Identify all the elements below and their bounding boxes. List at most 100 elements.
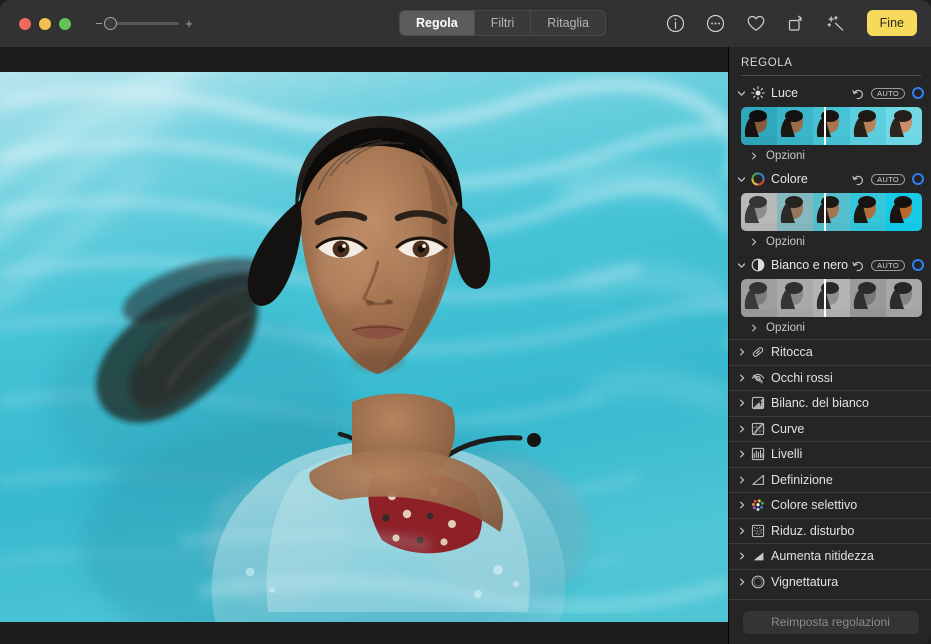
info-icon[interactable] xyxy=(665,12,687,34)
filmstrip-thumb[interactable] xyxy=(886,193,922,231)
adjustment-row-curve[interactable]: Curve xyxy=(729,416,931,442)
chevron-right-icon[interactable] xyxy=(736,398,747,409)
filmstrip-thumb[interactable] xyxy=(886,279,922,317)
tab-regola[interactable]: Regola xyxy=(400,11,475,35)
filmstrip-thumb[interactable] xyxy=(813,193,849,231)
black-and-white-icon xyxy=(750,257,766,273)
panel-title: REGOLA xyxy=(729,47,931,69)
filmstrip-position-marker[interactable] xyxy=(824,107,826,145)
adjustment-row-bilanc-del-bianco[interactable]: Bilanc. del bianco xyxy=(729,390,931,416)
adjustment-row-riduz-disturbo[interactable]: Riduz. disturbo xyxy=(729,518,931,544)
chevron-right-icon[interactable] xyxy=(736,551,747,562)
chevron-right-icon[interactable] xyxy=(736,347,747,358)
section-header-colore[interactable]: Colore AUTO xyxy=(729,167,931,191)
chevron-right-icon[interactable] xyxy=(736,449,747,460)
adjustment-label-riduz-disturbo: Riduz. disturbo xyxy=(771,524,854,538)
filmstrip-thumb[interactable] xyxy=(741,107,777,145)
chevron-down-icon[interactable] xyxy=(736,260,747,271)
rotate-icon[interactable] xyxy=(785,12,807,34)
adjustment-label-curve: Curve xyxy=(771,422,804,436)
filmstrip-thumb[interactable] xyxy=(850,279,886,317)
edit-mode-segmented-control[interactable]: Regola Filtri Ritaglia xyxy=(399,10,606,36)
filmstrip-thumb[interactable] xyxy=(777,279,813,317)
adjustment-row-aumenta-nitidezza[interactable]: Aumenta nitidezza xyxy=(729,543,931,569)
filmstrip-thumb[interactable] xyxy=(813,279,849,317)
favorite-heart-icon[interactable] xyxy=(745,12,767,34)
filmstrip-thumb[interactable] xyxy=(850,107,886,145)
adjustment-row-colore-selettivo[interactable]: Colore selettivo xyxy=(729,492,931,518)
more-options-icon[interactable] xyxy=(705,12,727,34)
tab-ritaglia[interactable]: Ritaglia xyxy=(531,11,605,35)
enable-toggle-luce[interactable] xyxy=(912,87,924,99)
section-controls-luce: AUTO xyxy=(852,87,924,99)
adjustment-row-occhi-rossi[interactable]: Occhi rossi xyxy=(729,365,931,391)
reset-arrow-icon[interactable] xyxy=(852,173,864,185)
filmstrip-thumb[interactable] xyxy=(886,107,922,145)
zoom-slider-track[interactable] xyxy=(109,22,179,25)
chevron-right-icon[interactable] xyxy=(736,525,747,536)
section-header-bianco-e-nero[interactable]: Bianco e nero AUTO xyxy=(729,253,931,277)
chevron-right-icon[interactable] xyxy=(736,372,747,383)
chevron-down-icon[interactable] xyxy=(736,174,747,185)
adjustments-list[interactable]: Luce AUTO xyxy=(729,81,931,609)
auto-badge-colore[interactable]: AUTO xyxy=(871,174,905,185)
photo-canvas[interactable] xyxy=(0,47,728,644)
adjustment-label-ritocca: Ritocca xyxy=(771,345,813,359)
chevron-down-icon[interactable] xyxy=(736,88,747,99)
zoom-slider-control[interactable]: − + xyxy=(95,17,193,30)
section-header-luce[interactable]: Luce AUTO xyxy=(729,81,931,105)
enable-toggle-colore[interactable] xyxy=(912,173,924,185)
adjustment-row-vignettatura[interactable]: Vignettatura xyxy=(729,569,931,595)
filmstrip-thumb[interactable] xyxy=(777,193,813,231)
reset-arrow-icon[interactable] xyxy=(852,259,864,271)
toolbar-icons: Fine xyxy=(665,8,917,38)
maximize-window-button[interactable] xyxy=(59,18,71,30)
filmstrip-thumb[interactable] xyxy=(813,107,849,145)
chevron-right-icon[interactable] xyxy=(750,238,760,246)
filmstrip-bianco-e-nero[interactable] xyxy=(741,279,922,317)
zoom-in-label[interactable]: + xyxy=(185,17,193,30)
filmstrip-position-marker[interactable] xyxy=(824,193,826,231)
minimize-window-button[interactable] xyxy=(39,18,51,30)
tab-filtri[interactable]: Filtri xyxy=(475,11,532,35)
sharpen-icon xyxy=(750,548,766,564)
auto-badge-bianco-e-nero[interactable]: AUTO xyxy=(871,260,905,271)
options-row-colore[interactable]: Opzioni xyxy=(729,231,931,253)
filmstrip-thumb[interactable] xyxy=(741,193,777,231)
options-row-bianco-e-nero[interactable]: Opzioni xyxy=(729,317,931,339)
filmstrip-thumb[interactable] xyxy=(741,279,777,317)
options-label-luce: Opzioni xyxy=(766,150,805,162)
reset-adjustments-button[interactable]: Reimposta regolazioni xyxy=(743,611,919,634)
levels-icon xyxy=(750,446,766,462)
enable-toggle-bianco-e-nero[interactable] xyxy=(912,259,924,271)
auto-badge-luce[interactable]: AUTO xyxy=(871,88,905,99)
chevron-right-icon[interactable] xyxy=(736,423,747,434)
chevron-right-icon[interactable] xyxy=(736,474,747,485)
auto-enhance-wand-icon[interactable] xyxy=(825,12,847,34)
reset-arrow-icon[interactable] xyxy=(852,87,864,99)
edited-photo[interactable] xyxy=(0,72,728,622)
red-eye-icon xyxy=(750,370,766,386)
done-button[interactable]: Fine xyxy=(867,10,917,36)
options-label-bianco-e-nero: Opzioni xyxy=(766,322,805,334)
section-controls-bianco-e-nero: AUTO xyxy=(852,259,924,271)
filmstrip-colore[interactable] xyxy=(741,193,922,231)
chevron-right-icon[interactable] xyxy=(750,152,760,160)
chevron-right-icon[interactable] xyxy=(750,324,760,332)
zoom-slider-knob[interactable] xyxy=(104,17,117,30)
adjustment-row-livelli[interactable]: Livelli xyxy=(729,441,931,467)
adjustment-row-ritocca[interactable]: Ritocca xyxy=(729,339,931,365)
adjustment-row-definizione[interactable]: Definizione xyxy=(729,467,931,493)
window-titlebar: − + Regola Filtri Ritaglia xyxy=(0,0,931,47)
filmstrip-luce[interactable] xyxy=(741,107,922,145)
adjust-sidebar: REGOLA Luce xyxy=(728,47,931,644)
zoom-out-label[interactable]: − xyxy=(95,17,103,30)
selective-color-icon xyxy=(750,497,766,513)
filmstrip-position-marker[interactable] xyxy=(824,279,826,317)
close-window-button[interactable] xyxy=(19,18,31,30)
filmstrip-thumb[interactable] xyxy=(850,193,886,231)
chevron-right-icon[interactable] xyxy=(736,576,747,587)
options-row-luce[interactable]: Opzioni xyxy=(729,145,931,167)
chevron-right-icon[interactable] xyxy=(736,500,747,511)
filmstrip-thumb[interactable] xyxy=(777,107,813,145)
